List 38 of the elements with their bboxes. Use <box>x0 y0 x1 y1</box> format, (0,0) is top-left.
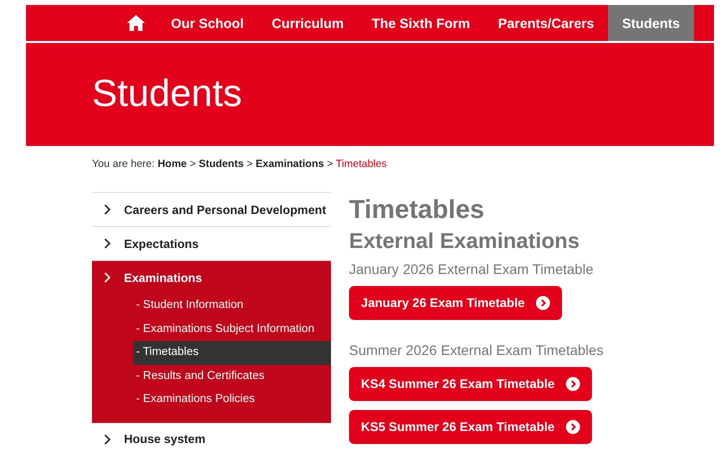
breadcrumb-label: You are here: <box>92 158 155 170</box>
sidebar-sublink[interactable]: - Examinations Subject Information <box>133 318 331 341</box>
chevron-right-icon <box>104 434 111 444</box>
sidebar-sublink[interactable]: - Results and Certificates <box>133 364 331 388</box>
nav-link[interactable]: Curriculum <box>258 5 358 41</box>
breadcrumb-separator: > <box>326 158 334 170</box>
sidebar-link[interactable]: Careers and Personal Development <box>92 193 331 226</box>
breadcrumb-link[interactable]: Home <box>158 158 187 170</box>
sidebar-link[interactable]: Examinations <box>92 261 331 294</box>
breadcrumb-link[interactable]: Examinations <box>256 158 324 170</box>
home-icon <box>127 15 145 31</box>
sidebar-sublink[interactable]: - Timetables <box>133 341 331 364</box>
breadcrumb-separator: > <box>246 158 253 170</box>
chevron-circle-icon <box>566 420 580 434</box>
sidebar-link[interactable]: Expectations <box>92 227 331 260</box>
nav-link[interactable]: Students <box>608 5 694 41</box>
breadcrumb-separator: > <box>190 158 196 170</box>
nav-link[interactable]: Parents/Carers <box>484 5 608 41</box>
banner-title: Students <box>92 73 242 116</box>
chevron-right-icon <box>104 204 111 215</box>
nav-link[interactable]: The Sixth Form <box>358 5 484 41</box>
breadcrumb-current: Timetables <box>336 158 387 170</box>
chevron-circle-icon <box>566 377 580 391</box>
section-heading: January 2026 External Exam Timetable <box>349 260 594 278</box>
chevron-right-icon <box>104 272 111 283</box>
timetable-button[interactable]: KS5 Summer 26 Exam Timetable <box>349 410 592 444</box>
timetable-button[interactable]: KS4 Summer 26 Exam Timetable <box>349 367 592 401</box>
nav-link[interactable]: Our School <box>157 5 258 41</box>
sidebar-link[interactable]: House system <box>92 422 331 451</box>
sidebar-sublink[interactable]: - Examinations Policies <box>133 388 331 412</box>
timetable-button[interactable]: January 26 Exam Timetable <box>349 286 562 320</box>
sidebar-sublink[interactable]: - Student Information <box>133 294 331 318</box>
section-heading: Summer 2026 External Exam Timetables <box>349 341 604 359</box>
chevron-circle-icon <box>536 296 550 310</box>
breadcrumb-link[interactable]: Students <box>198 158 244 170</box>
section-title: External Examinations <box>349 228 581 254</box>
page-title: Timetables <box>349 194 486 224</box>
chevron-right-icon <box>104 238 111 249</box>
